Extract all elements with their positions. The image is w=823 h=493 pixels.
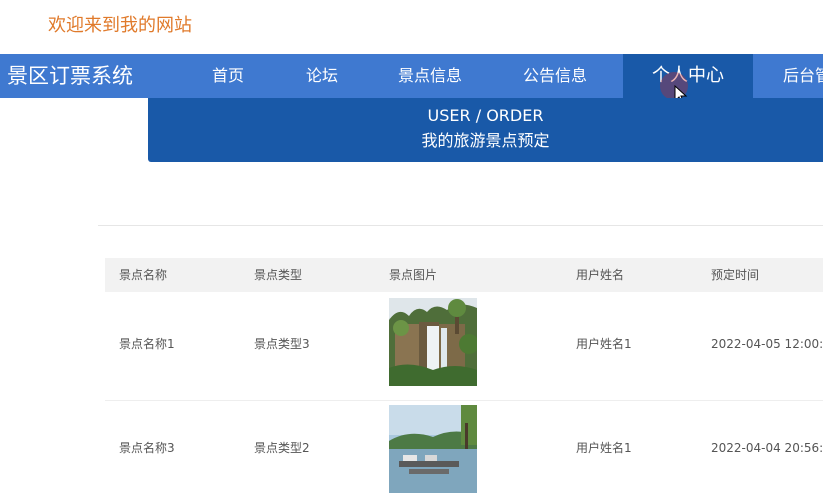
column-header-time: 预定时间: [711, 268, 760, 282]
top-navbar: 景区订票系统 首页 论坛 景点信息 公告信息 个人中心 后台管理: [0, 54, 823, 98]
nav-item-attractions[interactable]: 景点信息: [382, 54, 478, 98]
banner-chinese-title: 我的旅游景点预定: [421, 131, 550, 150]
page-banner: USER / ORDER 我的旅游景点预定: [148, 98, 823, 162]
section-divider: [98, 225, 823, 226]
cell-attraction-name: 景点名称3: [119, 441, 175, 455]
nav-item-admin[interactable]: 后台管理: [753, 54, 823, 98]
table-row[interactable]: 景点名称3 景点类型2 用户姓名1 2022-04-04 20:56:58: [105, 401, 823, 493]
nav-item-forum[interactable]: 论坛: [284, 54, 360, 98]
table-header: 景点名称 景点类型 景点图片 用户姓名 预定时间: [105, 258, 823, 292]
click-highlight: [660, 72, 688, 100]
column-header-user: 用户姓名: [576, 268, 625, 282]
column-header-name: 景点名称: [119, 268, 168, 282]
order-table: 景点名称 景点类型 景点图片 用户姓名 预定时间 景点名称1 景点类型3 用户姓…: [105, 258, 823, 493]
column-header-type: 景点类型: [254, 268, 303, 282]
cell-attraction-type: 景点类型3: [254, 337, 310, 351]
cell-attraction-name: 景点名称1: [119, 337, 175, 351]
waterfall-photo[interactable]: [389, 298, 477, 386]
column-header-image: 景点图片: [389, 268, 438, 282]
cell-user-name: 用户姓名1: [576, 337, 632, 351]
banner-english-title: USER / ORDER: [427, 106, 544, 125]
nav-item-home[interactable]: 首页: [190, 54, 266, 98]
cell-user-name: 用户姓名1: [576, 441, 632, 455]
site-brand[interactable]: 景区订票系统: [7, 54, 133, 98]
cell-booking-time: 2022-04-05 12:00:00: [711, 337, 823, 351]
cell-attraction-type: 景点类型2: [254, 441, 310, 455]
nav-item-announcements[interactable]: 公告信息: [507, 54, 603, 98]
nav-item-personal-center[interactable]: 个人中心: [623, 54, 753, 98]
cell-booking-time: 2022-04-04 20:56:58: [711, 441, 823, 455]
lake-pier-photo[interactable]: [389, 405, 477, 493]
table-row[interactable]: 景点名称1 景点类型3 用户姓名1 2022-04-05 12:00:00: [105, 292, 823, 401]
welcome-text: 欢迎来到我的网站: [48, 15, 192, 36]
